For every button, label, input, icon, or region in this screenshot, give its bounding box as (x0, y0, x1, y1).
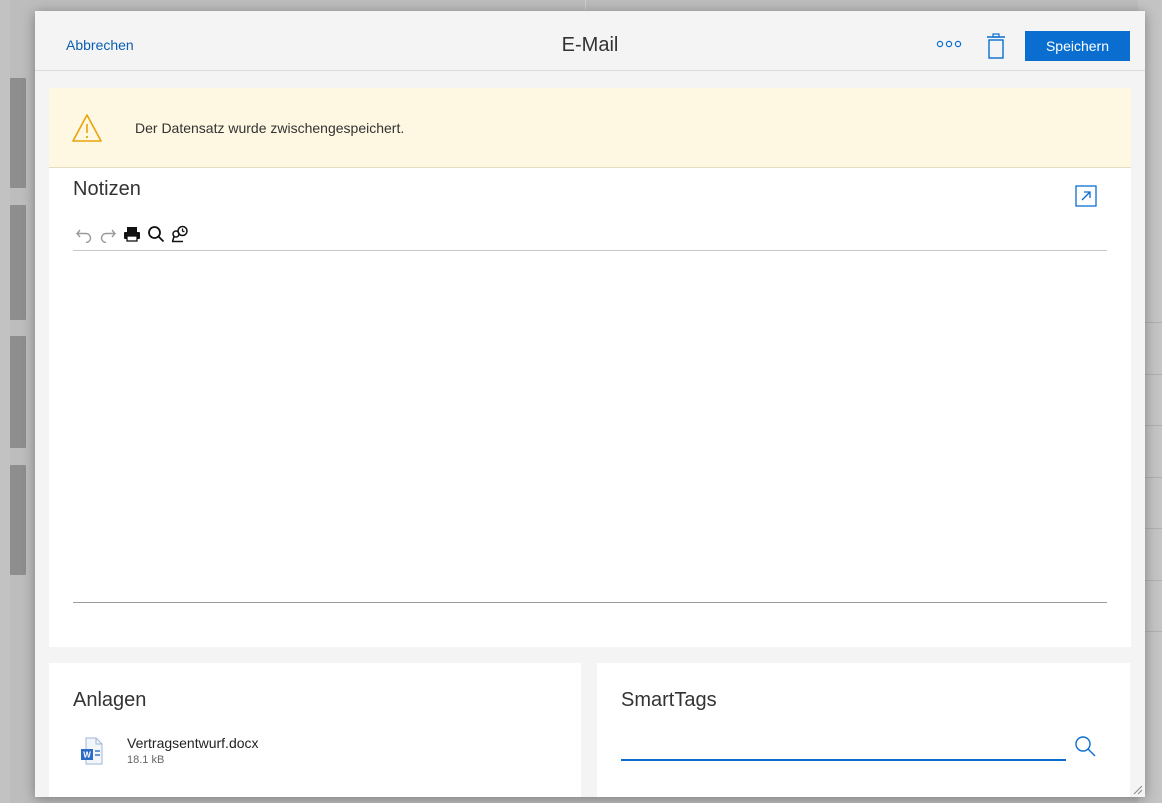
notes-title: Notizen (73, 178, 141, 200)
attachment-size: 18.1 kB (127, 754, 165, 766)
trash-icon[interactable] (986, 33, 1006, 59)
warning-banner: Der Datensatz wurde zwischengespeichert. (49, 88, 1131, 168)
undo-icon[interactable] (75, 225, 93, 243)
background-block (10, 205, 26, 320)
notes-card: Notizen (49, 168, 1131, 647)
notes-toolbar (75, 223, 189, 245)
background-block (10, 465, 26, 575)
save-button[interactable]: Speichern (1025, 31, 1130, 61)
expand-icon[interactable] (1075, 185, 1097, 207)
word-file-icon: W (81, 737, 103, 765)
background-block (10, 336, 26, 448)
svg-text:W: W (83, 751, 91, 760)
warning-icon (72, 114, 102, 142)
attachment-item[interactable]: W Vertragsentwurf.docx 18.1 kB (81, 735, 381, 771)
search-icon[interactable] (1074, 735, 1096, 757)
background-divider (585, 0, 586, 10)
editor-divider (73, 602, 1107, 603)
dialog-title: E-Mail (561, 34, 619, 56)
email-dialog: Abbrechen E-Mail Speichern Der Datensatz… (35, 11, 1145, 797)
more-options-icon[interactable] (936, 39, 962, 49)
notes-editor[interactable] (73, 251, 1107, 602)
warning-message: Der Datensatz wurde zwischengespeichert. (135, 120, 405, 136)
attachments-title: Anlagen (73, 689, 147, 711)
attachments-card: Anlagen W Vertragsentwurf.docx 18.1 kB (49, 663, 581, 797)
background-left-strip (0, 0, 10, 803)
find-replace-icon[interactable] (171, 225, 189, 243)
print-icon[interactable] (123, 225, 141, 243)
smarttags-title: SmartTags (621, 689, 717, 711)
smarttags-input[interactable] (621, 735, 1066, 761)
background-block (10, 78, 26, 188)
redo-icon[interactable] (99, 225, 117, 243)
resize-handle-icon[interactable] (1131, 783, 1143, 795)
search-icon[interactable] (147, 225, 165, 243)
attachment-name[interactable]: Vertragsentwurf.docx (127, 735, 259, 751)
dialog-header: Abbrechen E-Mail Speichern (35, 11, 1145, 71)
smarttags-card: SmartTags (597, 663, 1130, 797)
